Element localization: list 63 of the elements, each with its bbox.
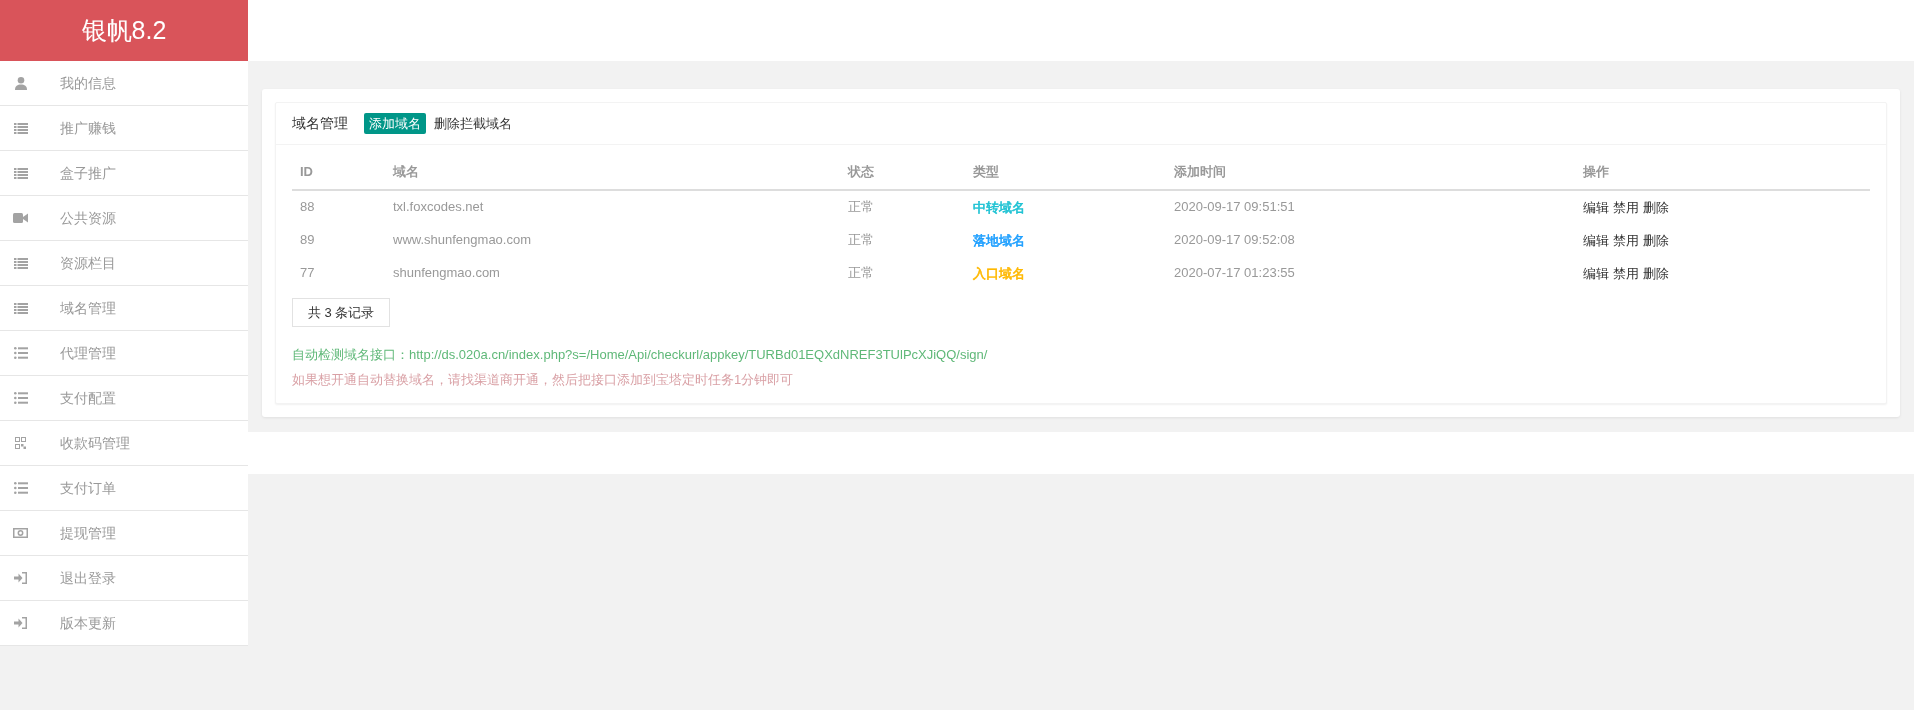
bulleted-list-icon [13,482,28,494]
column-header: 操作 [1575,155,1870,190]
app-title: 银帆8.2 [0,0,248,61]
bulleted-list-icon [13,347,28,359]
sidebar-item[interactable]: 支付配置 [0,376,248,421]
list-icon [13,122,28,134]
video-camera-icon [13,213,28,223]
sidebar-item[interactable]: 我的信息 [0,61,248,106]
sidebar-item[interactable]: 资源栏目 [0,241,248,286]
sidebar-item[interactable]: 盒子推广 [0,151,248,196]
domain-type: 落地域名 [973,232,1025,248]
action-link[interactable]: 编辑 [1583,230,1609,250]
api-note: 自动检测域名接口：http://ds.020a.cn/index.php?s=/Home/Api/checkurl/appkey/TURBd01EQXdNREF3TUlPcXJiQQ/sign/ [292,346,988,364]
table-cell: 正常 [840,190,965,223]
sidebar-item[interactable]: 版本更新 [0,601,248,646]
table-cell-text: www.shunfengmao.com [392,230,532,249]
sidebar-item[interactable]: 代理管理 [0,331,248,376]
record-count: 共 3 条记录 [292,298,391,327]
action-link[interactable]: 禁用 [1613,230,1639,250]
user-icon [14,76,27,90]
table-cell-text: 正常 [847,230,875,249]
table-cell-text: 正常 [847,263,875,282]
list-icon [13,257,28,269]
bulleted-list-icon [13,392,28,404]
domain-type: 中转域名 [973,200,1025,215]
action-link[interactable]: 删除 [1643,263,1669,283]
delete-blocked-button[interactable]: 删除拦截域名 [434,113,512,134]
list-icon [13,302,28,314]
sidebar-item[interactable]: 支付订单 [0,466,248,511]
sign-in-icon [14,572,27,584]
domain-type: 入口域名 [973,265,1025,281]
table-cell-text: shunfengmao.com [392,263,501,282]
sidebar-item[interactable]: 公共资源 [0,196,248,241]
table-cell-text: 89 [299,230,316,249]
action-link[interactable]: 删除 [1643,230,1669,250]
action-link[interactable]: 删除 [1643,198,1669,218]
table-cell: txl.foxcodes.net [385,190,840,223]
banknote-icon [13,528,28,538]
action-link[interactable]: 编辑 [1583,198,1609,218]
table-cell: 88 [292,190,385,223]
add-domain-button[interactable]: 添加域名 [364,113,426,134]
sidebar-item[interactable]: 推广赚钱 [0,106,248,151]
action-link[interactable]: 禁用 [1613,198,1639,218]
qr-code-icon [15,437,26,449]
column-header: 域名 [385,155,840,190]
card-title: 域名管理 [292,114,348,133]
sign-in-icon [14,617,27,629]
action-link[interactable]: 禁用 [1613,263,1639,283]
column-header: 类型 [965,155,1166,190]
list-icon [13,167,28,179]
sidebar-item[interactable]: 提现管理 [0,511,248,556]
table-cell-text: 77 [299,263,316,282]
column-header: ID [292,155,385,190]
column-header: 添加时间 [1166,155,1575,190]
hint-text: 如果想开通自动替换域名，请找渠道商开通，然后把接口添加到宝塔定时任务1分钟即可 [292,371,794,389]
sidebar-item[interactable]: 退出登录 [0,556,248,601]
table-cell-text: 2020-07-17 01:23:55 [1173,263,1296,282]
sidebar-item[interactable]: 域名管理 [0,286,248,331]
table-cell-text: 2020-09-17 09:52:08 [1173,230,1296,249]
action-link[interactable]: 编辑 [1583,263,1609,283]
column-header: 状态 [840,155,965,190]
table-cell: 2020-09-17 09:51:51 [1166,190,1575,223]
sidebar-item[interactable]: 收款码管理 [0,421,248,466]
